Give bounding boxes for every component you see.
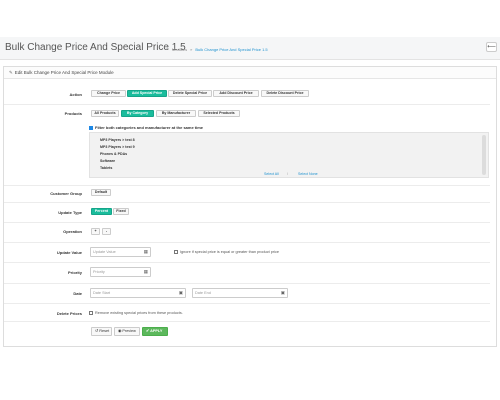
action-add-discount-price-button[interactable]: Add Discount Price bbox=[213, 90, 259, 97]
row-divider bbox=[4, 222, 490, 223]
reset-icon: ↺ bbox=[95, 329, 99, 333]
preview-label: Preview bbox=[122, 329, 136, 333]
apply-label: APPLY bbox=[150, 329, 163, 333]
select-all-link[interactable]: Select All bbox=[264, 172, 279, 176]
reset-button[interactable]: ↺ Reset bbox=[91, 327, 112, 336]
date-start-placeholder: Date Start bbox=[93, 291, 111, 295]
row-divider bbox=[4, 104, 490, 105]
update-value-label: Update Value bbox=[56, 250, 82, 255]
preview-button[interactable]: ◉ Preview bbox=[114, 327, 140, 336]
pencil-icon: ✎ bbox=[9, 70, 13, 75]
category-list[interactable]: MP3 Players > test 8 MP3 Players > test … bbox=[89, 132, 489, 178]
tab-by-manufacturer[interactable]: By Manufacturer bbox=[156, 110, 196, 117]
module-panel: ✎ Edit Bulk Change Price And Special Pric… bbox=[3, 66, 497, 347]
row-divider bbox=[4, 242, 490, 243]
action-delete-discount-price-button[interactable]: Delete Discount Price bbox=[261, 90, 309, 97]
priority-placeholder: Priority bbox=[93, 270, 105, 274]
tab-all-products[interactable]: All Products bbox=[91, 110, 119, 117]
checkbox-checked-icon[interactable] bbox=[89, 125, 93, 130]
calculator-icon: ▦ bbox=[143, 249, 148, 254]
filter-both-label: Filter both categories and manufacturer … bbox=[95, 125, 204, 130]
checkbox-icon[interactable] bbox=[174, 250, 178, 254]
list-item[interactable]: Software bbox=[100, 159, 115, 163]
row-divider bbox=[4, 202, 490, 203]
select-none-link[interactable]: Select None bbox=[298, 172, 318, 176]
check-icon: ✔ bbox=[146, 329, 150, 333]
update-type-percent-button[interactable]: Percent bbox=[91, 208, 112, 215]
panel-heading: ✎ Edit Bulk Change Price And Special Pric… bbox=[4, 67, 496, 79]
operation-label: Operation bbox=[63, 229, 82, 234]
update-value-input[interactable]: Update Value ▦ bbox=[90, 247, 151, 257]
breadcrumb-modules[interactable]: Modules bbox=[172, 47, 187, 52]
row-divider bbox=[4, 185, 490, 186]
row-divider bbox=[4, 303, 490, 304]
date-label: Date bbox=[73, 291, 82, 296]
breadcrumb: ⌂ Modules » Bulk Change Price And Specia… bbox=[166, 46, 268, 52]
ignore-checkbox[interactable]: Ignore if special price is equal or grea… bbox=[174, 250, 279, 254]
action-delete-special-price-button[interactable]: Delete Special Price bbox=[168, 90, 212, 97]
page-title: Bulk Change Price And Special Price 1.5 bbox=[5, 42, 186, 53]
reset-label: Reset bbox=[99, 329, 110, 333]
products-label: Products bbox=[64, 111, 82, 116]
update-type-label: Update Type bbox=[58, 210, 82, 215]
filter-both-checkbox[interactable]: Filter both categories and manufacturer … bbox=[89, 125, 203, 130]
operation-minus-button[interactable]: - bbox=[102, 228, 111, 235]
priority-label: Priority bbox=[67, 270, 82, 275]
action-add-special-price-button[interactable]: Add Special Price bbox=[127, 90, 167, 97]
category-list-scrollbar[interactable] bbox=[482, 135, 486, 175]
delete-prices-checkbox[interactable]: Remove existing special prices from thes… bbox=[89, 311, 183, 315]
calendar-icon[interactable]: ▣ bbox=[281, 289, 285, 297]
delete-prices-label: Delete Prices bbox=[56, 311, 82, 316]
update-value-placeholder: Update Value bbox=[93, 250, 116, 254]
list-item[interactable]: MP3 Players > test 9 bbox=[100, 145, 135, 149]
delete-prices-text: Remove existing special prices from thes… bbox=[95, 311, 183, 315]
date-end-input[interactable]: Date End ▣ bbox=[192, 288, 288, 298]
apply-button[interactable]: ✔ APPLY bbox=[142, 327, 168, 336]
date-end-placeholder: Date End bbox=[195, 291, 211, 295]
home-icon[interactable]: ⌂ bbox=[166, 46, 169, 52]
date-start-input[interactable]: Date Start ▣ bbox=[90, 288, 186, 298]
row-divider bbox=[4, 262, 490, 263]
action-change-price-button[interactable]: Change Price bbox=[91, 90, 126, 97]
list-item[interactable]: MP3 Players > test 8 bbox=[100, 138, 135, 142]
calendar-icon[interactable]: ▣ bbox=[179, 289, 183, 297]
operation-plus-button[interactable]: + bbox=[91, 228, 100, 235]
calculator-icon: ▦ bbox=[143, 269, 148, 274]
ignore-label: Ignore if special price is equal or grea… bbox=[180, 250, 279, 254]
list-item[interactable]: Tablets bbox=[100, 166, 112, 170]
back-button[interactable]: ⟵ bbox=[486, 42, 497, 52]
tab-by-category[interactable]: By Category bbox=[121, 110, 154, 117]
customer-group-default-button[interactable]: Default bbox=[91, 189, 111, 196]
tab-selected-products[interactable]: Selected Products bbox=[198, 110, 240, 117]
row-divider bbox=[4, 283, 490, 284]
row-divider bbox=[4, 321, 490, 322]
customer-group-label: Customer Group bbox=[50, 191, 82, 196]
panel-title: Edit Bulk Change Price And Special Price… bbox=[14, 70, 114, 75]
eye-icon: ◉ bbox=[118, 329, 122, 333]
list-item[interactable]: Phones & PDAs bbox=[100, 152, 127, 156]
action-label: Action bbox=[69, 92, 82, 97]
breadcrumb-current[interactable]: Bulk Change Price And Special Price 1.5 bbox=[195, 47, 267, 52]
select-separator: / bbox=[287, 172, 288, 176]
update-type-fixed-button[interactable]: Fixed bbox=[113, 208, 129, 215]
priority-input[interactable]: Priority ▦ bbox=[90, 267, 151, 277]
checkbox-icon[interactable] bbox=[89, 311, 93, 315]
